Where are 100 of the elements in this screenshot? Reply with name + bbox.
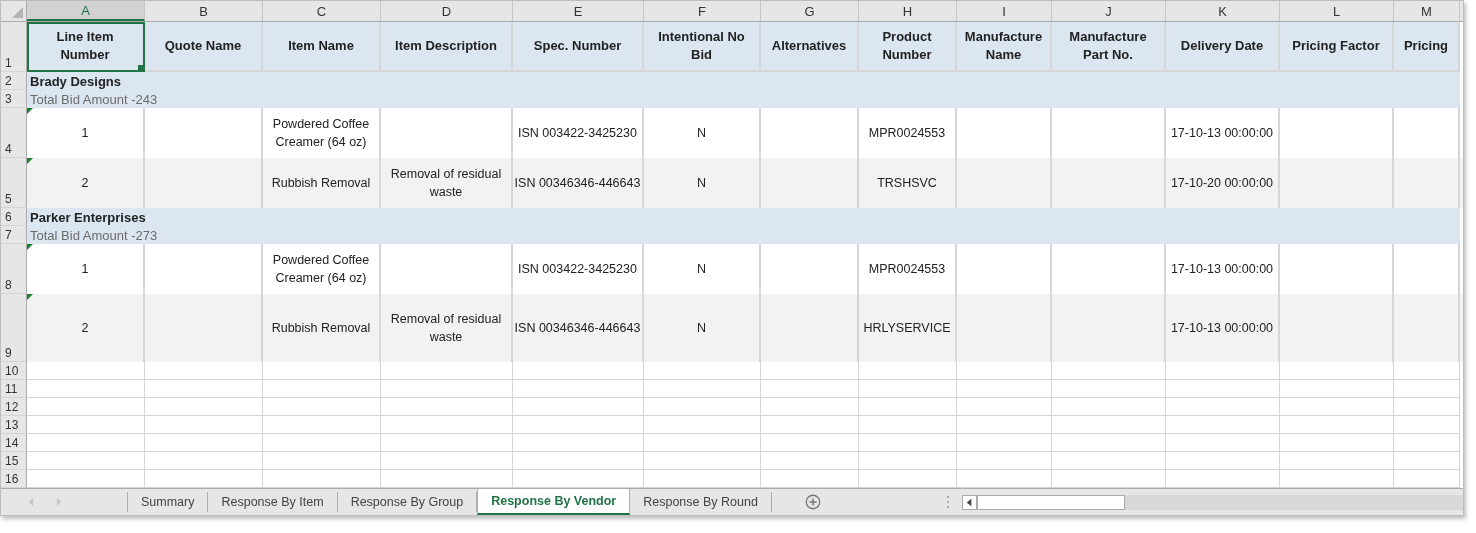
column-header[interactable]: M	[1394, 1, 1460, 21]
empty-cell[interactable]	[859, 398, 957, 416]
empty-cell[interactable]	[1166, 362, 1280, 380]
empty-cell[interactable]	[1052, 416, 1166, 434]
row-number[interactable]: 3	[1, 90, 27, 108]
empty-cell[interactable]	[263, 380, 381, 398]
empty-cell[interactable]	[513, 398, 644, 416]
empty-cell[interactable]	[145, 362, 263, 380]
empty-cell[interactable]	[513, 452, 644, 470]
column-header[interactable]: K	[1166, 1, 1280, 21]
empty-cell[interactable]	[644, 380, 761, 398]
sheet-tab[interactable]: Summary	[128, 492, 209, 512]
empty-cell[interactable]	[513, 380, 644, 398]
empty-cell[interactable]	[263, 452, 381, 470]
empty-cell[interactable]	[761, 452, 859, 470]
row-number[interactable]: 2	[1, 72, 27, 90]
empty-cell[interactable]	[859, 452, 957, 470]
column-header[interactable]: C	[263, 1, 381, 21]
empty-cell[interactable]	[381, 452, 513, 470]
empty-cell[interactable]	[513, 362, 644, 380]
empty-cell[interactable]	[263, 416, 381, 434]
empty-cell[interactable]	[145, 452, 263, 470]
row-number[interactable]: 4	[1, 108, 27, 158]
column-header[interactable]: E	[513, 1, 644, 21]
empty-cell[interactable]	[263, 362, 381, 380]
row-number[interactable]: 9	[1, 294, 27, 362]
row-number[interactable]: 1	[1, 22, 27, 72]
empty-cell[interactable]	[1052, 362, 1166, 380]
empty-cell[interactable]	[1394, 380, 1460, 398]
sheet-tab[interactable]: Response By Round	[630, 492, 772, 512]
row-number[interactable]: 11	[1, 380, 27, 398]
empty-cell[interactable]	[1394, 362, 1460, 380]
empty-cell[interactable]	[1166, 452, 1280, 470]
empty-cell[interactable]	[1052, 398, 1166, 416]
row-number[interactable]: 7	[1, 226, 27, 244]
column-header[interactable]: D	[381, 1, 513, 21]
column-header[interactable]: B	[145, 1, 263, 21]
sheet-tab[interactable]: Response By Vendor	[477, 489, 631, 515]
empty-cell[interactable]	[1166, 416, 1280, 434]
empty-cell[interactable]	[957, 434, 1052, 452]
empty-cell[interactable]	[1166, 398, 1280, 416]
add-sheet-icon[interactable]	[803, 493, 822, 511]
empty-cell[interactable]	[513, 434, 644, 452]
empty-cell[interactable]	[1394, 416, 1460, 434]
empty-cell[interactable]	[859, 380, 957, 398]
empty-cell[interactable]	[145, 416, 263, 434]
row-number[interactable]: 15	[1, 452, 27, 470]
empty-cell[interactable]	[957, 452, 1052, 470]
empty-cell[interactable]	[381, 398, 513, 416]
empty-cell[interactable]	[644, 434, 761, 452]
empty-cell[interactable]	[1052, 434, 1166, 452]
empty-cell[interactable]	[761, 434, 859, 452]
empty-cell[interactable]	[1280, 434, 1394, 452]
row-number[interactable]: 10	[1, 362, 27, 380]
empty-cell[interactable]	[761, 398, 859, 416]
empty-cell[interactable]	[145, 434, 263, 452]
empty-cell[interactable]	[957, 398, 1052, 416]
row-number[interactable]: 5	[1, 158, 27, 208]
empty-cell[interactable]	[381, 380, 513, 398]
scroll-left-icon[interactable]	[961, 494, 977, 510]
empty-cell[interactable]	[145, 398, 263, 416]
row-number[interactable]: 13	[1, 416, 27, 434]
empty-cell[interactable]	[1280, 380, 1394, 398]
empty-cell[interactable]	[1166, 380, 1280, 398]
previous-sheet-icon[interactable]	[27, 497, 35, 507]
empty-cell[interactable]	[263, 434, 381, 452]
row-number[interactable]: 16	[1, 470, 27, 488]
column-header[interactable]: A	[27, 1, 145, 21]
empty-cell[interactable]	[859, 416, 957, 434]
empty-cell[interactable]	[1052, 380, 1166, 398]
next-sheet-icon[interactable]	[55, 497, 63, 507]
empty-cell[interactable]	[1280, 362, 1394, 380]
column-header[interactable]: J	[1052, 1, 1166, 21]
empty-cell[interactable]	[145, 380, 263, 398]
column-header[interactable]: H	[859, 1, 957, 21]
empty-cell[interactable]	[761, 380, 859, 398]
sheet-tab[interactable]: Response By Item	[208, 492, 338, 512]
horizontal-scrollbar[interactable]	[961, 494, 1463, 510]
empty-cell[interactable]	[644, 398, 761, 416]
empty-cell[interactable]	[859, 434, 957, 452]
empty-cell[interactable]	[761, 362, 859, 380]
row-number[interactable]: 12	[1, 398, 27, 416]
column-header[interactable]: I	[957, 1, 1052, 21]
empty-cell[interactable]	[761, 416, 859, 434]
row-number[interactable]: 14	[1, 434, 27, 452]
empty-cell[interactable]	[957, 416, 1052, 434]
empty-cell[interactable]	[1394, 398, 1460, 416]
empty-cell[interactable]	[381, 362, 513, 380]
empty-cell[interactable]	[1280, 416, 1394, 434]
empty-cell[interactable]	[1280, 452, 1394, 470]
column-header[interactable]: G	[761, 1, 859, 21]
empty-cell[interactable]	[381, 434, 513, 452]
scrollbar-thumb[interactable]	[976, 494, 1125, 510]
empty-cell[interactable]	[1280, 398, 1394, 416]
empty-cell[interactable]	[644, 452, 761, 470]
empty-cell[interactable]	[513, 416, 644, 434]
empty-cell[interactable]	[644, 362, 761, 380]
empty-cell[interactable]	[644, 416, 761, 434]
splitter-handle-icon[interactable]	[945, 495, 950, 509]
empty-cell[interactable]	[1166, 434, 1280, 452]
